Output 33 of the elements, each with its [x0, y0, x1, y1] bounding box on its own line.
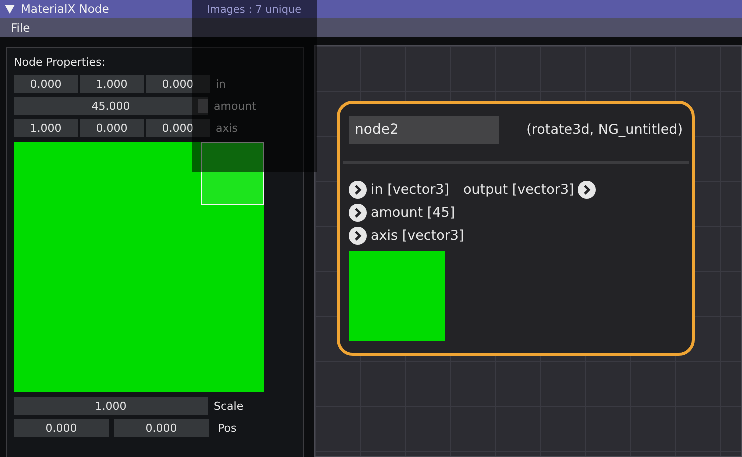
number-field[interactable]: 0.000	[14, 75, 78, 93]
field-label: Pos	[218, 422, 237, 434]
number-field[interactable]: 0.000	[146, 119, 210, 137]
slider-thumb[interactable]	[198, 99, 208, 113]
field-label: amount	[214, 100, 256, 112]
graph-node[interactable]: node2 (rotate3d, NG_untitled) in [vector3] output [vector3] amount [45] axis [vector3]	[337, 101, 695, 356]
number-field[interactable]: 0.000	[80, 119, 144, 137]
output-pin-label: output [vector3]	[464, 182, 574, 198]
pin-icon[interactable]	[349, 227, 367, 246]
input-pin-label: axis [vector3]	[371, 228, 464, 244]
field-label: Scale	[214, 400, 244, 412]
field-label: in	[216, 78, 226, 90]
number-field[interactable]: 1.000	[80, 75, 144, 93]
number-field[interactable]: 0.000	[114, 419, 209, 437]
section-heading: Node Properties:	[14, 55, 107, 71]
pin-icon[interactable]	[349, 204, 367, 222]
pin-icon[interactable]	[349, 180, 367, 199]
number-field[interactable]: 1.000	[14, 119, 78, 137]
node-name-field[interactable]: node2	[349, 116, 499, 144]
menu-item[interactable]: File	[11, 20, 30, 34]
zoom-region	[201, 142, 264, 205]
input-pin-label: in [vector3]	[371, 182, 450, 198]
slider[interactable]: 45.000	[14, 97, 208, 115]
number-field[interactable]: 1.000	[14, 397, 208, 415]
pin-icon[interactable]	[578, 180, 596, 199]
collapse-icon[interactable]	[5, 4, 15, 14]
field-label: axis	[216, 122, 238, 134]
window-title: MaterialX Node	[21, 2, 110, 16]
number-field[interactable]: 0.000	[14, 419, 109, 437]
input-pin-label: amount [45]	[371, 204, 456, 221]
stats-line: Images : 7 unique	[207, 4, 302, 17]
number-field[interactable]: 0.000	[146, 75, 210, 93]
node-type: (rotate3d, NG_untitled)	[526, 122, 683, 138]
